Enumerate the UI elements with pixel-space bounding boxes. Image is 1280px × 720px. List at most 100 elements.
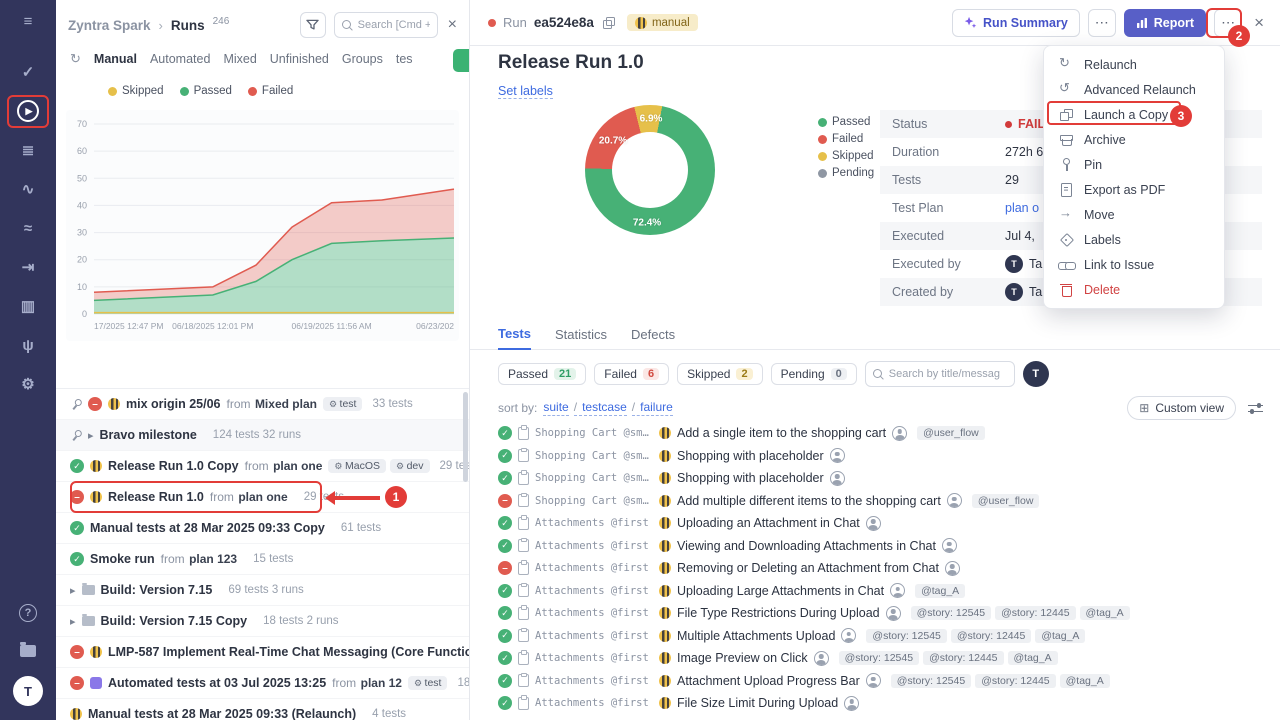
menu-item-pin[interactable]: Pin	[1044, 152, 1224, 177]
breadcrumb-section[interactable]: Runs	[171, 18, 205, 33]
menu-item-launch-a-copy[interactable]: Launch a Copy	[1044, 102, 1224, 127]
sidebar-item-milestones[interactable]: ∿	[22, 178, 35, 200]
test-row[interactable]: Attachments @first Multiple Attachments …	[498, 625, 1280, 648]
scrollbar-thumb[interactable]	[463, 392, 468, 482]
menu-item-export-as-pdf[interactable]: Export as PDF	[1044, 177, 1224, 202]
run-list-item[interactable]: Build: Version 7.15 69 tests 3 runs	[56, 575, 469, 606]
tests-search[interactable]	[865, 361, 1015, 387]
run-list-item[interactable]: Automated tests at 03 Jul 2025 13:25 fro…	[56, 668, 469, 699]
test-row[interactable]: Attachments @first Uploading an Attachme…	[498, 512, 1280, 535]
breadcrumb-app[interactable]: Zyntra Spark	[68, 18, 151, 33]
left-panel-tab[interactable]: Mixed	[223, 52, 256, 66]
run-list-item[interactable]: Release Run 1.0 from plan one 29 tests	[56, 482, 469, 513]
run-list-item[interactable]: Bravo milestone 124 tests 32 runs	[56, 420, 469, 451]
left-panel-tab[interactable]: Automated	[150, 52, 210, 66]
test-row[interactable]: Attachments @first Removing or Deleting …	[498, 557, 1280, 580]
left-panel-tab[interactable]: Manual	[94, 52, 137, 66]
run-list-item[interactable]: LMP-587 Implement Real-Time Chat Messagi…	[56, 637, 469, 668]
filter-chip-skipped[interactable]: Skipped 2	[677, 363, 763, 385]
left-panel-tab[interactable]: Unfinished	[270, 52, 329, 66]
run-list-item[interactable]: Smoke run from plan 123 15 tests	[56, 544, 469, 575]
test-row[interactable]: Attachments @first Uploading Large Attac…	[498, 580, 1280, 603]
test-row[interactable]: Attachments @first File Type Restriction…	[498, 602, 1280, 625]
left-panel-tab[interactable]: Groups	[342, 52, 383, 66]
test-row[interactable]: Shopping Cart @sm… Add a single item to …	[498, 422, 1280, 445]
annotation-step-3: 3	[1170, 105, 1192, 127]
filter-chip-passed[interactable]: Passed 21	[498, 363, 586, 385]
sidebar-item-test-cases[interactable]: ✓	[22, 61, 35, 83]
sidebar-item-settings[interactable]: ⚙	[21, 373, 34, 395]
sidebar-item-reports[interactable]: ▥	[21, 295, 35, 317]
sort-option[interactable]: testcase	[574, 400, 627, 416]
assignee-icon	[830, 471, 845, 486]
main-tab[interactable]: Statistics	[555, 327, 607, 349]
run-status-icon	[70, 676, 84, 690]
menu-item-relaunch[interactable]: Relaunch	[1044, 52, 1224, 77]
run-summary-button[interactable]: Run Summary	[952, 9, 1080, 37]
partial-chip[interactable]	[453, 49, 470, 72]
sort-option[interactable]: failure	[632, 400, 673, 416]
close-icon[interactable]: ×	[1254, 13, 1264, 33]
menu-item-labels[interactable]: Labels	[1044, 227, 1224, 252]
run-list-item[interactable]: Build: Version 7.15 Copy 18 tests 2 runs	[56, 606, 469, 637]
run-badges: MacOSdev	[328, 459, 429, 473]
run-list-item[interactable]: mix origin 25/06 from Mixed plan test 33…	[56, 389, 469, 420]
more-actions-button-1[interactable]: ⋯	[1088, 9, 1116, 37]
sidebar-item-activity[interactable]: ≈	[24, 217, 32, 239]
test-status-icon	[498, 606, 512, 620]
sidebar: ≡ ✓ ▶ ≣ ∿ ≈ ⇥ ▥ ψ ⚙ ? T	[0, 0, 56, 720]
menu-item-archive[interactable]: Archive	[1044, 127, 1224, 152]
detail-value: FAIL	[1005, 110, 1045, 138]
sidebar-item-inbox[interactable]: ⇥	[22, 256, 35, 278]
sidebar-item-projects[interactable]	[20, 640, 36, 662]
user-avatar[interactable]: T	[13, 676, 43, 706]
run-list-item[interactable]: Manual tests at 28 Mar 2025 09:33 (Relau…	[56, 699, 469, 720]
assignee-filter-avatar[interactable]: T	[1023, 361, 1049, 387]
sliders-icon[interactable]	[1248, 402, 1264, 415]
chevron-right-icon[interactable]	[70, 581, 76, 599]
runs-search[interactable]	[334, 12, 438, 38]
custom-view-button[interactable]: ⊞ Custom view	[1127, 396, 1236, 420]
sidebar-item-runs[interactable]: ▶	[17, 100, 39, 122]
main-tab[interactable]: Defects	[631, 327, 675, 349]
sidebar-glyph-icon: ≈	[24, 220, 32, 237]
set-labels-link[interactable]: Set labels	[498, 84, 553, 99]
copy-icon[interactable]	[601, 15, 616, 30]
test-status-icon	[498, 561, 512, 575]
run-list-item[interactable]: Release Run 1.0 Copy from plan one MacOS…	[56, 451, 469, 482]
filter-chip-failed[interactable]: Failed 6	[594, 363, 669, 385]
test-row[interactable]: Shopping Cart @sm… Shopping with placeho…	[498, 445, 1280, 468]
runs-search-input[interactable]	[358, 19, 430, 31]
sidebar-item-integrations[interactable]: ψ	[22, 334, 33, 356]
assignee-icon	[942, 538, 957, 553]
main-tab[interactable]: Tests	[498, 326, 531, 350]
panel-close-button[interactable]: ×	[446, 16, 459, 34]
test-row[interactable]: Attachments @first Attachment Upload Pro…	[498, 670, 1280, 693]
run-list-item[interactable]: Manual tests at 28 Mar 2025 09:33 Copy 6…	[56, 513, 469, 544]
tests-search-input[interactable]	[889, 368, 1007, 380]
menu-item-move[interactable]: Move	[1044, 202, 1224, 227]
sidebar-item-help[interactable]: ?	[19, 602, 37, 624]
chevron-right-icon[interactable]	[88, 426, 94, 444]
menu-item-delete[interactable]: Delete	[1044, 277, 1224, 302]
sidebar-item-menu[interactable]: ≡	[24, 10, 33, 32]
filter-button[interactable]	[300, 12, 326, 38]
report-button[interactable]: Report	[1124, 9, 1206, 37]
test-row[interactable]: Shopping Cart @sm… Shopping with placeho…	[498, 467, 1280, 490]
legend-label: Skipped	[832, 150, 874, 162]
runs-list: mix origin 25/06 from Mixed plan test 33…	[56, 388, 469, 720]
test-row[interactable]: Attachments @first Viewing and Downloadi…	[498, 535, 1280, 558]
menu-item-link-to-issue[interactable]: Link to Issue	[1044, 252, 1224, 277]
manual-badge: manual	[627, 14, 698, 31]
sidebar-item-defects[interactable]: ≣	[22, 139, 35, 161]
chevron-right-icon[interactable]	[70, 612, 76, 630]
left-panel-tab[interactable]: tes	[396, 52, 413, 66]
test-row[interactable]: Attachments @first Image Preview on Clic…	[498, 647, 1280, 670]
filter-chip-pending[interactable]: Pending 0	[771, 363, 857, 385]
test-row[interactable]: Shopping Cart @sm… Add multiple differen…	[498, 490, 1280, 513]
sort-option[interactable]: suite	[543, 400, 568, 416]
refresh-icon[interactable]: ↻	[70, 51, 81, 67]
menu-item-label: Advanced Relaunch	[1084, 83, 1196, 97]
test-row[interactable]: Attachments @first File Size Limit Durin…	[498, 692, 1280, 715]
menu-item-advanced-relaunch[interactable]: Advanced Relaunch	[1044, 77, 1224, 102]
